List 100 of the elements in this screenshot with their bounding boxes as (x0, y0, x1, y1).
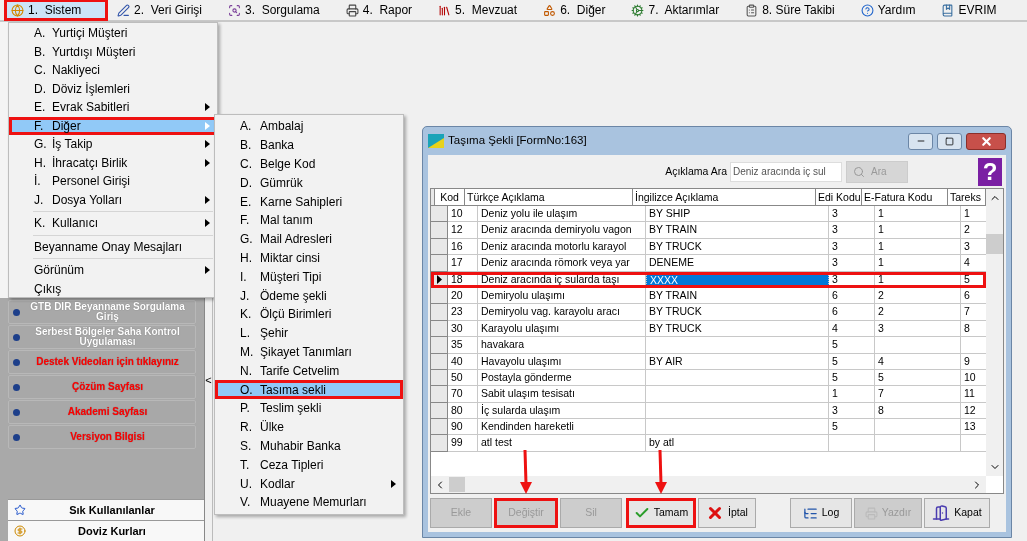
menu-item[interactable]: İ. Personel Girişi (9, 172, 217, 191)
scroll-thumb[interactable] (449, 477, 465, 492)
column-header[interactable]: Edi Kodu (816, 189, 862, 205)
table-cell: 3 (829, 402, 875, 420)
menu-item[interactable]: T. Ceza Tipleri (215, 455, 403, 475)
action-button[interactable]: İptal (698, 498, 756, 528)
table-cell: 2 (875, 304, 961, 321)
menu-item[interactable]: K. Ölçü Birimleri (215, 304, 403, 324)
menu-bar-item[interactable]: 8. Süre Takibi (738, 0, 852, 21)
menu-item[interactable]: N. Tarife Cetvelim (215, 361, 403, 381)
column-header[interactable]: E-Fatura Kodu (862, 189, 948, 205)
menu-bar-item[interactable]: 6. Diğer (536, 0, 623, 21)
menu-item[interactable]: D. Döviz İşlemleri (9, 79, 217, 98)
action-button[interactable]: Kapat (924, 498, 990, 528)
table-cell: Deniz yolu ile ulaşım (478, 206, 646, 223)
bullet-icon (13, 383, 20, 391)
menu-item[interactable]: K. Kullanıcı (9, 214, 217, 233)
menu-item[interactable]: F. Mal tanım (215, 211, 403, 230)
action-button[interactable]: Log (790, 498, 852, 528)
table-cell (829, 435, 875, 452)
menu-item[interactable]: G. Mail Adresleri (215, 229, 403, 249)
menu-item[interactable]: A. Yurtiçi Müşteri (9, 24, 217, 43)
table-cell: 20 (448, 287, 478, 305)
action-button[interactable]: Tamam (626, 498, 696, 528)
bullet-icon (13, 308, 20, 316)
menu-bar-item[interactable]: 4. Rapor (338, 0, 430, 21)
printer-icon (345, 3, 359, 17)
table-cell: Deniz aracında demiryolu vagon (478, 222, 646, 239)
menu-item[interactable]: B. Banka (215, 135, 403, 155)
menu-item[interactable]: P. Teslim şekli (215, 398, 403, 418)
column-header[interactable]: İngilizce Açıklama (633, 189, 816, 205)
menu-bar-item[interactable]: 3. Sorgulama (221, 0, 337, 21)
minimize-button[interactable] (908, 132, 933, 150)
menu-item[interactable]: B. Yurtdışı Müşteri (9, 42, 217, 61)
table-cell: BY TRUCK (646, 304, 829, 321)
table-cell: 1 (875, 238, 961, 256)
menu-item[interactable]: L. Şehir (215, 323, 403, 343)
menu-item[interactable]: M. Şikayet Tanımları (215, 342, 403, 362)
table-cell: 18 (448, 271, 478, 288)
menu-item[interactable]: Beyanname Onay Mesajları (9, 237, 217, 256)
maximize-button[interactable] (937, 132, 962, 150)
menu-item[interactable]: E. Karne Sahipleri (215, 192, 403, 211)
menu-bar-item[interactable]: EVRIM (934, 0, 1014, 21)
menu-item[interactable]: F. Diğer (9, 116, 217, 135)
bullet-icon (13, 358, 20, 366)
bullet-icon (13, 333, 20, 341)
menu-item[interactable]: Çıkış (9, 279, 217, 298)
menu-item[interactable]: R. Ülke (215, 417, 403, 437)
menu-item[interactable]: S. Muhabir Banka (215, 436, 403, 456)
menu-item[interactable]: H. Miktar cinsi (215, 248, 403, 268)
menu-item[interactable]: G. İş Takip (9, 135, 217, 154)
menu-item[interactable]: O. Tasıma sekli (215, 380, 403, 399)
menu-item[interactable]: V. Muayene Memurları (215, 492, 403, 512)
menu-item[interactable]: I. Müşteri Tipi (215, 267, 403, 287)
menu-item[interactable]: J. Ödeme şekli (215, 286, 403, 305)
menu-item[interactable]: H. İhracatçı Birlik (9, 153, 217, 172)
table-cell: 3 (829, 255, 875, 272)
menu-bar-item[interactable]: 2. Veri Girişi (110, 0, 219, 21)
current-row-icon (436, 274, 442, 284)
menu-bar-item[interactable]: Yardım (853, 0, 933, 21)
menu-item[interactable]: J. Dosya Yolları (9, 190, 217, 209)
menu-bar-item[interactable]: 7. Aktarımlar (624, 0, 737, 21)
menu-item[interactable]: E. Evrak Sabitleri (9, 98, 217, 117)
scroll-thumb[interactable] (986, 234, 1003, 254)
close-button[interactable] (966, 132, 1006, 150)
search-field[interactable]: Deniz aracında iç sul (730, 161, 842, 182)
table-cell: Kendinden hareketli (478, 419, 646, 436)
table-row[interactable]: 18 Deniz aracında iç sularda taşı XXXX 3 1 5 (431, 271, 986, 288)
menu-item[interactable]: C. Nakliyeci (9, 61, 217, 80)
menu-bar-item[interactable]: 5. Mevzuat (431, 0, 535, 21)
table-cell: BY TRUCK (646, 238, 829, 256)
column-header[interactable]: Kod (435, 189, 465, 205)
table-cell: Karayolu ulaşımı (478, 320, 646, 338)
table-cell: 5 (829, 369, 875, 387)
table-cell: 40 (448, 353, 478, 370)
collapse-button[interactable]: < (205, 372, 212, 389)
menu-item[interactable]: A. Ambalaj (215, 117, 403, 136)
table-cell: 5 (829, 353, 875, 370)
window-title: Taşıma Şekli [FormNo:163] (448, 133, 588, 149)
table-cell: 1 (875, 271, 961, 288)
help-button[interactable]: ? (978, 157, 1002, 186)
star-icon (14, 504, 26, 516)
clipboard-icon (745, 3, 759, 17)
maximize-icon (945, 136, 954, 146)
column-header[interactable]: Türkçe Açıklama (465, 189, 633, 205)
table-cell: 70 (448, 386, 478, 403)
table-cell: 3 (829, 222, 875, 239)
table-cell: Demiryolu vag. karayolu aracı (478, 304, 646, 321)
menu-bar-item[interactable]: 1. Sistem (4, 0, 108, 21)
sidebar-panel-button[interactable]: Sık Kullanılanlar (8, 499, 204, 520)
table-cell: 16 (448, 238, 478, 256)
menu-item[interactable]: D. Gümrük (215, 173, 403, 193)
table-cell: BY TRAIN (646, 222, 829, 239)
menu-item[interactable]: Görünüm (9, 261, 217, 280)
sidebar-panel-button[interactable]: Doviz Kurları (8, 520, 204, 541)
menu-item[interactable]: U. Kodlar (215, 474, 403, 493)
menu-item[interactable]: C. Belge Kod (215, 154, 403, 174)
table-cell: havakara (478, 337, 646, 354)
table-cell: 35 (448, 337, 478, 354)
table-cell: 99 (448, 435, 478, 452)
